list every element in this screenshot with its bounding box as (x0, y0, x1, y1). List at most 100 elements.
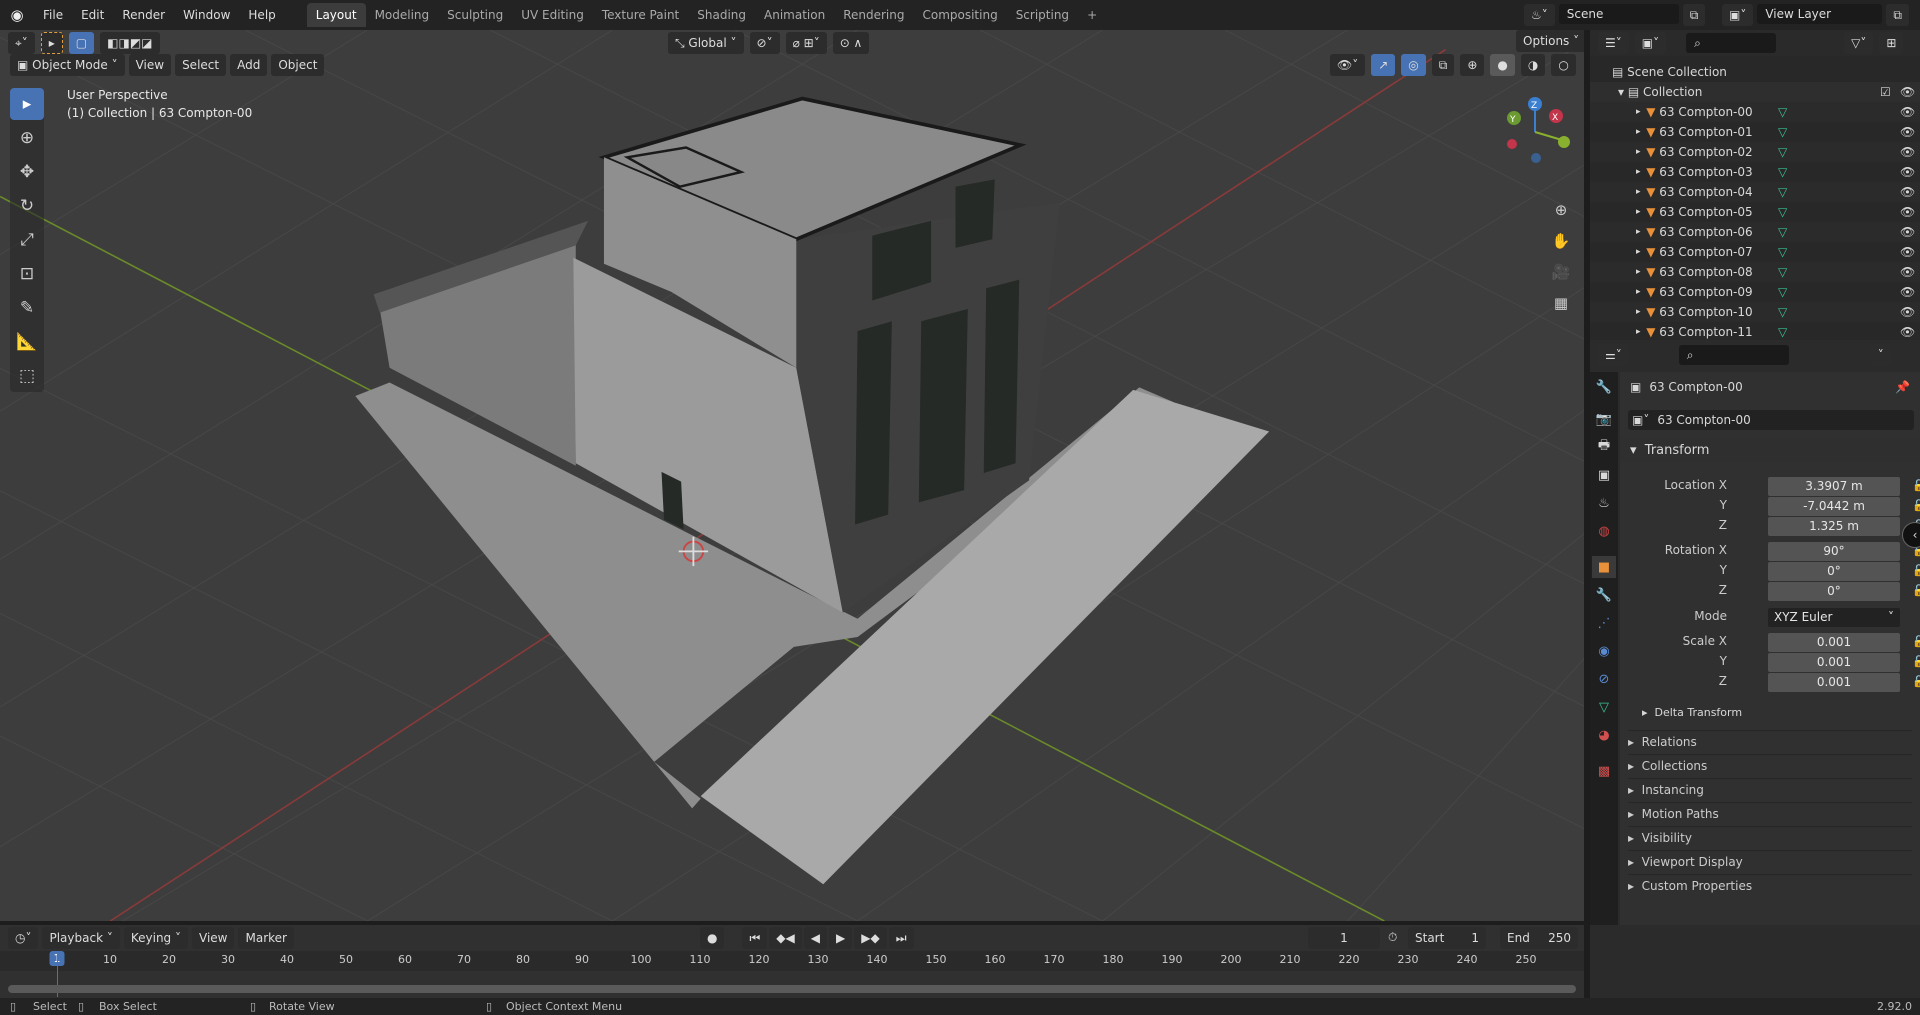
scene-tab-icon[interactable]: ♨ (1592, 492, 1616, 514)
transform-panel-header[interactable]: ▾ Transform (1620, 438, 1920, 462)
outliner-item[interactable]: ▸ ▼ 63 Compton-11 ▽ 👁 (1590, 322, 1920, 342)
auto-keying-icon[interactable]: ● (700, 927, 725, 949)
visibility-eye-icon[interactable]: 👁 (1900, 85, 1915, 99)
end-frame-field[interactable]: End 250 (1500, 927, 1578, 949)
gizmo-toggle[interactable]: ↗ (1371, 54, 1396, 76)
visibility-eye-icon[interactable]: 👁 (1900, 305, 1915, 319)
tab-animation[interactable]: Animation (755, 3, 834, 27)
xray-toggle[interactable]: ⧉ (1431, 54, 1455, 76)
mesh-data-icon[interactable]: ▽ (1778, 185, 1787, 199)
playback-menu[interactable]: Playback ˅ (42, 927, 120, 949)
mesh-data-icon[interactable]: ▽ (1778, 245, 1787, 259)
visibility-eye-icon[interactable]: 👁 (1900, 105, 1915, 119)
scale-y-field[interactable]: 0.001 (1768, 653, 1900, 672)
visibility-eye-icon[interactable]: 👁 (1900, 325, 1915, 339)
outliner-item[interactable]: ▸ ▼ 63 Compton-03 ▽ 👁 (1590, 162, 1920, 182)
panel-header[interactable]: ▸ Instancing (1628, 778, 1912, 797)
pivot-dropdown[interactable]: ⊘˅ (749, 32, 780, 54)
move-tool-icon[interactable]: ✥ (10, 156, 44, 188)
constraints-tab-icon[interactable]: ⊘ (1592, 668, 1616, 690)
expand-arrow-icon[interactable]: ▸ (1636, 127, 1646, 137)
lock-icon[interactable]: 🔓 (1912, 635, 1920, 648)
output-tab-icon[interactable]: 🖶 (1592, 436, 1616, 458)
transform-orientation-dropdown[interactable]: ⤡ Global ˅ (668, 32, 744, 54)
mesh-data-icon[interactable]: ▽ (1778, 205, 1787, 219)
tab-sculpting[interactable]: Sculpting (438, 3, 512, 27)
view-layer-icon[interactable]: ▣˅ (1722, 4, 1754, 26)
properties-search-input[interactable]: ⌕ (1678, 345, 1789, 365)
menu-window[interactable]: Window (174, 8, 239, 22)
visibility-eye-icon[interactable]: 👁 (1900, 145, 1915, 159)
tab-texture-paint[interactable]: Texture Paint (593, 3, 688, 27)
visibility-eye-icon[interactable]: 👁 (1900, 265, 1915, 279)
jump-start-icon[interactable]: ⏮ (742, 927, 768, 949)
select-tool-icon[interactable]: ▸ (40, 32, 63, 54)
mesh-data-icon[interactable]: ▽ (1778, 285, 1787, 299)
data-tab-icon[interactable]: ▽ (1592, 696, 1616, 718)
pan-hand-icon[interactable]: ✋ (1547, 227, 1575, 255)
location-y-field[interactable]: -7.0442 m (1768, 497, 1900, 516)
shading-rendered[interactable]: ○ (1551, 54, 1576, 76)
outliner-item[interactable]: ▸ ▼ 63 Compton-02 ▽ 👁 (1590, 142, 1920, 162)
menu-view[interactable]: View (128, 54, 172, 76)
expand-arrow-icon[interactable]: ▸ (1636, 307, 1646, 317)
cursor-tool-icon[interactable]: ⊕ (10, 122, 44, 154)
particles-tab-icon[interactable]: ⋰ (1592, 612, 1616, 634)
3d-viewport[interactable]: ⌖˅ ▸ ▢ ◧◨◩◪ ⤡ Global ˅ ⊘˅ ⌀ ⊞˅ ⊙ ∧ ▣ Obj… (0, 30, 1584, 921)
mesh-data-icon[interactable]: ▽ (1778, 125, 1787, 139)
physics-tab-icon[interactable]: ◉ (1592, 640, 1616, 662)
timeline-view-menu[interactable]: View (192, 927, 235, 949)
scene-collection-row[interactable]: ▤ Scene Collection (1590, 62, 1920, 82)
expand-arrow-icon[interactable]: ▸ (1636, 267, 1646, 277)
zoom-icon[interactable]: ⊕ (1547, 196, 1575, 224)
outliner-search-input[interactable]: ⌕ (1686, 33, 1777, 53)
shading-material[interactable]: ◑ (1520, 54, 1546, 76)
delta-transform-subpanel[interactable]: ▸ Delta Transform (1642, 706, 1742, 719)
panel-header[interactable]: ▸ Collections (1628, 754, 1912, 773)
new-view-layer-icon[interactable]: ⧉ (1886, 4, 1909, 26)
panel-header[interactable]: ▸ Viewport Display (1628, 850, 1912, 869)
shading-wireframe[interactable]: ⊕ (1460, 54, 1485, 76)
visibility-eye-icon[interactable]: 👁 (1900, 125, 1915, 139)
scale-tool-icon[interactable]: ⤢ (10, 224, 44, 256)
panel-header[interactable]: ▸ Relations (1628, 730, 1912, 749)
menu-object[interactable]: Object (271, 54, 325, 76)
menu-file[interactable]: File (34, 8, 72, 22)
stopwatch-icon[interactable]: ⏱ (1388, 930, 1397, 945)
overlay-toggle[interactable]: ◎ (1401, 54, 1426, 76)
outliner-item[interactable]: ▸ ▼ 63 Compton-00 ▽ 👁 (1590, 102, 1920, 122)
select-mode-extend-icon[interactable]: ◧◨◩◪ (100, 32, 160, 54)
outliner-item[interactable]: ▸ ▼ 63 Compton-09 ▽ 👁 (1590, 282, 1920, 302)
location-x-field[interactable]: 3.3907 m (1768, 477, 1900, 496)
expand-arrow-icon[interactable]: ▸ (1636, 287, 1646, 297)
tool-tab-icon[interactable]: 🔧 (1592, 376, 1616, 398)
tab-shading[interactable]: Shading (688, 3, 755, 27)
panel-header[interactable]: ▸ Visibility (1628, 826, 1912, 845)
new-scene-icon[interactable]: ⧉ (1682, 4, 1706, 26)
expand-arrow-icon[interactable]: ▸ (1636, 227, 1646, 237)
mesh-data-icon[interactable]: ▽ (1778, 265, 1787, 279)
transform-tool-icon[interactable]: ⊡ (10, 258, 44, 290)
tab-rendering[interactable]: Rendering (834, 3, 913, 27)
outliner-item[interactable]: ▸ ▼ 63 Compton-04 ▽ 👁 (1590, 182, 1920, 202)
select-box-tool-icon[interactable]: ▸ (10, 88, 44, 120)
lock-icon[interactable]: 🔓 (1912, 564, 1920, 577)
rotation-z-field[interactable]: 0° (1768, 582, 1900, 601)
prev-keyframe-icon[interactable]: ◆◀ (769, 927, 802, 949)
render-tab-icon[interactable]: 📷 (1592, 408, 1616, 430)
properties-editor-type-icon[interactable]: ⚌˅ (1598, 344, 1629, 366)
lock-icon[interactable]: 🔓 (1912, 675, 1920, 688)
visibility-eye-icon[interactable]: 👁 (1900, 205, 1915, 219)
camera-icon[interactable]: 🎥 (1547, 258, 1575, 286)
properties-options-icon[interactable]: ˅ (1870, 344, 1891, 366)
rotation-mode-dropdown[interactable]: XYZ Euler ˅ (1768, 608, 1900, 627)
grid-perspective-icon[interactable]: ▦ (1547, 289, 1575, 317)
current-frame-field[interactable]: 1 (1308, 927, 1380, 949)
editor-type-icon[interactable]: ⌖˅ (8, 32, 35, 54)
options-dropdown[interactable]: Options ˅ (1516, 30, 1584, 52)
tab-modeling[interactable]: Modeling (366, 3, 439, 27)
lock-icon[interactable]: 🔓 (1912, 499, 1920, 512)
outliner-item[interactable]: ▸ ▼ 63 Compton-10 ▽ 👁 (1590, 302, 1920, 322)
scale-x-field[interactable]: 0.001 (1768, 633, 1900, 652)
object-name-field[interactable]: ▣˅ 63 Compton-00 (1628, 410, 1914, 430)
